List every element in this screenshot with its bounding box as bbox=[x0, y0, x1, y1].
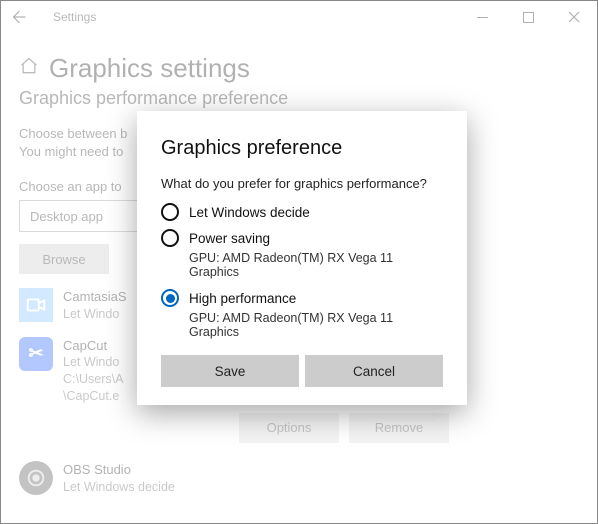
gpu-label-power-saving: GPU: AMD Radeon(TM) RX Vega 11 Graphics bbox=[189, 251, 443, 279]
dialog-title: Graphics preference bbox=[161, 137, 443, 160]
save-button[interactable]: Save bbox=[161, 355, 299, 387]
radio-label: Let Windows decide bbox=[189, 205, 310, 220]
radio-power-saving[interactable]: Power saving bbox=[161, 229, 443, 247]
graphics-preference-dialog: Graphics preference What do you prefer f… bbox=[137, 111, 467, 405]
radio-icon bbox=[161, 229, 179, 247]
radio-icon bbox=[161, 203, 179, 221]
radio-let-windows-decide[interactable]: Let Windows decide bbox=[161, 203, 443, 221]
radio-high-performance[interactable]: High performance bbox=[161, 289, 443, 307]
dialog-question: What do you prefer for graphics performa… bbox=[161, 176, 443, 191]
radio-icon-selected bbox=[161, 289, 179, 307]
cancel-button[interactable]: Cancel bbox=[305, 355, 443, 387]
radio-label: High performance bbox=[189, 291, 296, 306]
radio-label: Power saving bbox=[189, 231, 270, 246]
gpu-label-high-performance: GPU: AMD Radeon(TM) RX Vega 11 Graphics bbox=[189, 311, 443, 339]
